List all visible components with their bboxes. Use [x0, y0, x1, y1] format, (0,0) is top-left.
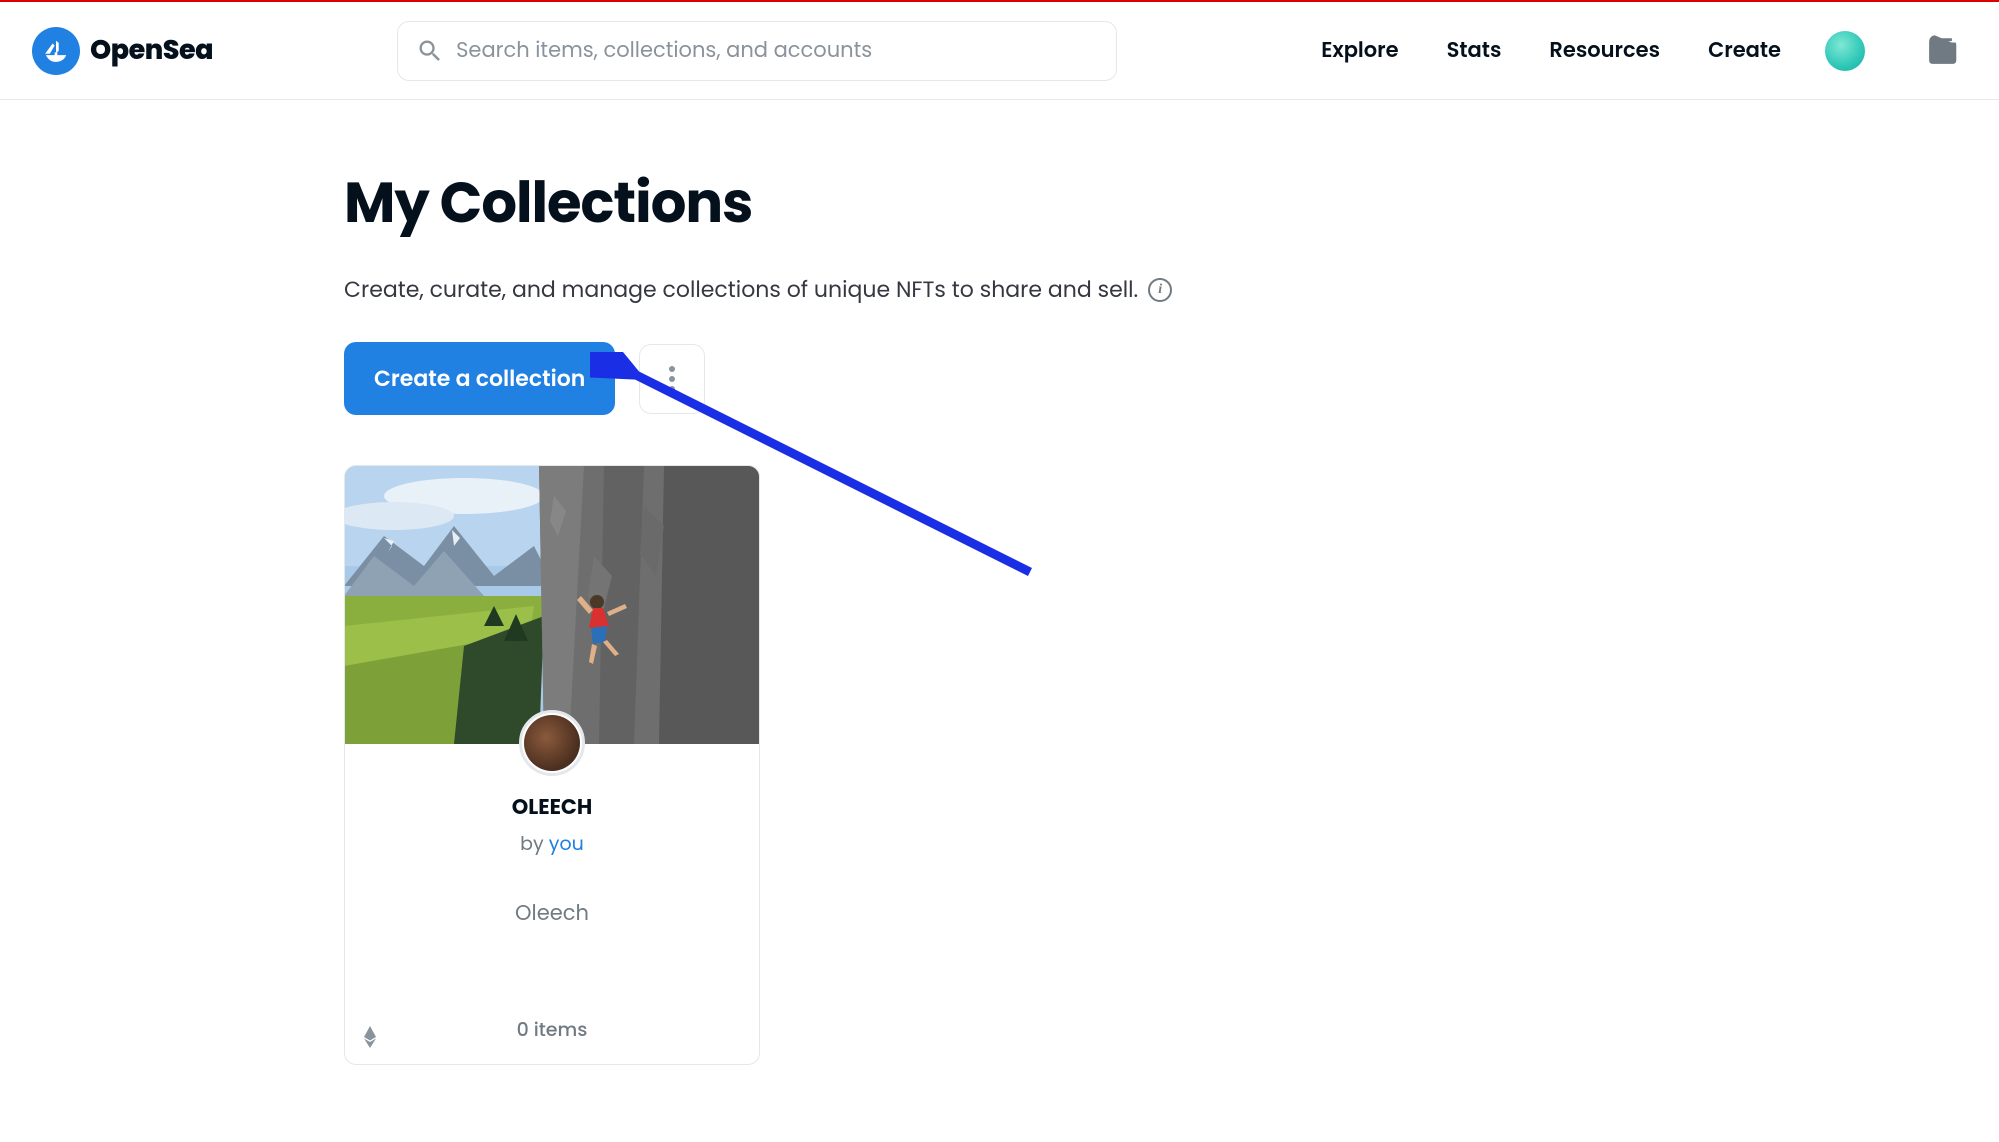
create-collection-button[interactable]: Create a collection — [344, 342, 615, 415]
search-icon — [416, 37, 444, 65]
by-prefix: by — [520, 830, 549, 857]
collection-name: OLEECH — [361, 792, 743, 823]
header: OpenSea Explore Stats Resources Create — [0, 2, 1999, 100]
collection-avatar-wrap — [519, 710, 585, 776]
logo[interactable]: OpenSea — [32, 27, 213, 75]
nav-links: Explore Stats Resources Create — [1321, 35, 1781, 66]
main: My Collections Create, curate, and manag… — [0, 100, 1999, 1065]
wallet-icon — [1925, 34, 1959, 68]
subtitle-row: Create, curate, and manage collections o… — [344, 273, 1999, 306]
collection-cover — [345, 466, 759, 744]
info-icon[interactable]: i — [1148, 278, 1172, 302]
by-you-link[interactable]: you — [549, 830, 584, 857]
more-vertical-icon — [669, 366, 675, 392]
more-menu-button[interactable] — [639, 344, 705, 414]
collection-card-body: OLEECH by you Oleech 0 items — [345, 744, 759, 1064]
search-bar[interactable] — [397, 21, 1117, 81]
nav-stats[interactable]: Stats — [1447, 35, 1502, 66]
nav-resources[interactable]: Resources — [1549, 35, 1660, 66]
collection-byline: by you — [361, 829, 743, 858]
ethereum-icon — [363, 1026, 377, 1048]
nav-create[interactable]: Create — [1708, 35, 1781, 66]
opensea-logo-icon — [32, 27, 80, 75]
collection-description: Oleech — [361, 898, 743, 929]
collection-item-count: 0 items — [361, 1015, 743, 1044]
actions-row: Create a collection — [344, 342, 1999, 415]
collection-card[interactable]: OLEECH by you Oleech 0 items — [344, 465, 760, 1065]
search-wrap — [237, 21, 1277, 81]
collection-avatar — [524, 715, 580, 771]
wallet-button[interactable] — [1925, 34, 1959, 68]
brand-name: OpenSea — [90, 31, 213, 71]
subtitle-text: Create, curate, and manage collections o… — [344, 273, 1138, 306]
user-avatar[interactable] — [1825, 31, 1865, 71]
nav-explore[interactable]: Explore — [1321, 35, 1398, 66]
search-input[interactable] — [456, 35, 1098, 66]
page-title: My Collections — [344, 160, 1999, 245]
